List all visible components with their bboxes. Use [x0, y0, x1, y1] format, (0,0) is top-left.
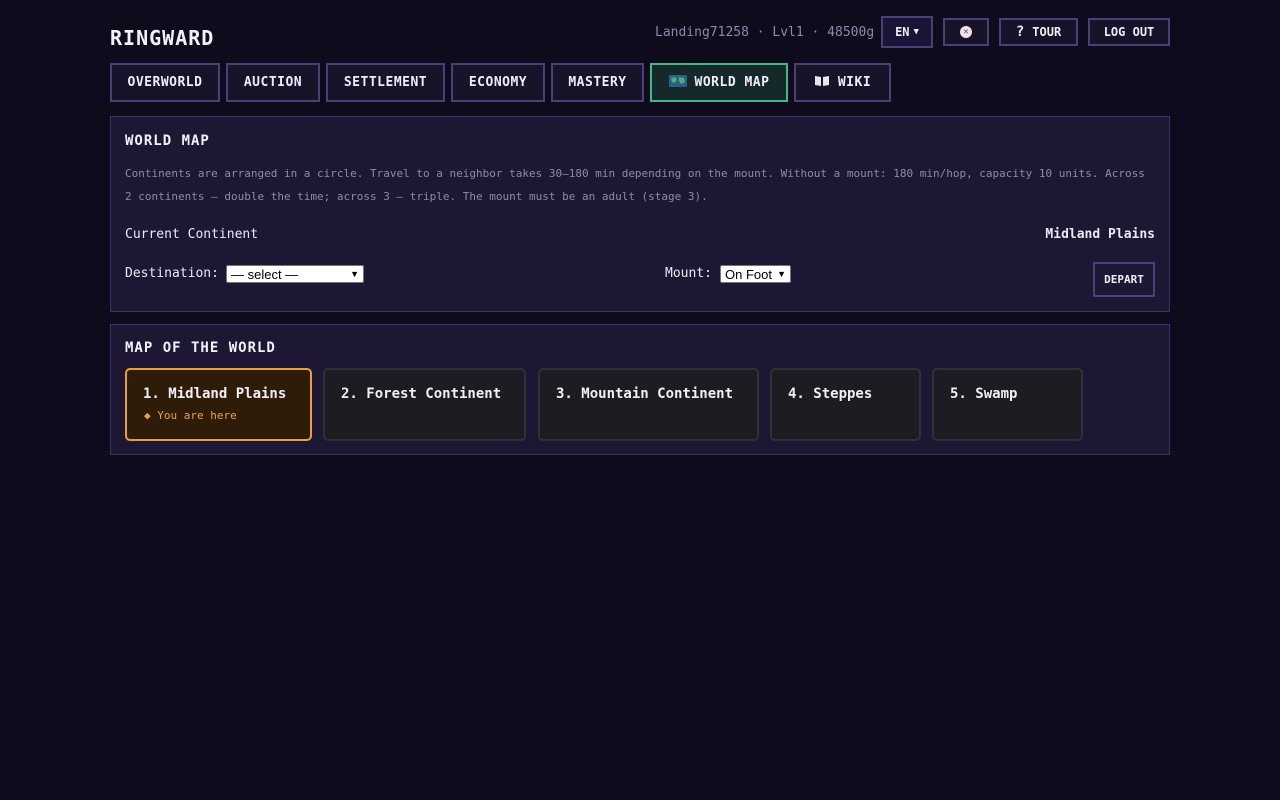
chevron-down-icon: ▼ — [350, 269, 359, 279]
destination-label: Destination: — [125, 266, 219, 281]
world-map-icon — [668, 74, 687, 91]
continent-card-midland-plains[interactable]: 1. Midland Plains ◆ You are here — [125, 368, 312, 441]
tab-label: MASTERY — [568, 75, 627, 90]
user-info: Landing71258 · Lvl1 · 48500g — [655, 25, 875, 40]
tab-label: OVERWORLD — [127, 75, 203, 90]
tab-mastery[interactable]: MASTERY — [551, 63, 644, 102]
logout-label: LOG OUT — [1103, 25, 1155, 39]
tab-label: SETTLEMENT — [343, 75, 428, 90]
continent-card-mountain[interactable]: 3. Mountain Continent — [538, 368, 759, 441]
continent-card-swamp[interactable]: 5. Swamp — [932, 368, 1083, 441]
chevron-down-icon: ▼ — [777, 269, 786, 279]
map-of-world-panel: MAP OF THE WORLD 1. Midland Plains ◆ You… — [110, 324, 1170, 455]
world-map-panel: WORLD MAP Continents are arranged in a c… — [110, 116, 1170, 312]
continent-card-forest[interactable]: 2. Forest Continent — [323, 368, 526, 441]
mount-select[interactable]: On Foot ▼ — [720, 265, 791, 283]
continent-name: 3. Mountain Continent — [556, 386, 734, 402]
mute-button[interactable]: ✕ — [943, 18, 989, 46]
mount-value: On Foot — [725, 266, 772, 282]
tab-world-map[interactable]: WORLD MAP — [650, 63, 788, 102]
tab-label: WORLD MAP — [694, 75, 770, 90]
current-continent-label: Current Continent — [125, 227, 259, 242]
continent-name: 1. Midland Plains — [143, 386, 287, 402]
tab-wiki[interactable]: WIKI — [794, 63, 891, 102]
book-icon — [814, 75, 830, 91]
tour-label: TOUR — [1032, 25, 1062, 39]
continent-name: 4. Steppes — [788, 386, 873, 402]
tab-label: AUCTION — [243, 75, 303, 90]
tab-settlement[interactable]: SETTLEMENT — [326, 63, 445, 102]
panel-title: MAP OF THE WORLD — [125, 340, 276, 356]
brand-title: RINGWARD — [110, 26, 215, 50]
current-continent-value: Midland Plains — [1045, 227, 1155, 242]
continent-card-steppes[interactable]: 4. Steppes — [770, 368, 921, 441]
tab-label: ECONOMY — [468, 75, 528, 90]
panel-title: WORLD MAP — [125, 133, 210, 149]
depart-button[interactable]: DEPART — [1093, 262, 1155, 297]
logout-button[interactable]: LOG OUT — [1088, 18, 1170, 46]
destination-select[interactable]: — select — ▼ — [226, 265, 364, 283]
chevron-down-icon: ▼ — [913, 27, 919, 37]
depart-label: DEPART — [1104, 273, 1144, 286]
language-value: EN — [895, 25, 910, 39]
sound-off-icon: ✕ — [960, 26, 972, 38]
tour-button[interactable]: ? TOUR — [999, 18, 1078, 46]
continent-name: 2. Forest Continent — [341, 386, 502, 402]
mount-label: Mount: — [665, 266, 712, 281]
tab-label: WIKI — [837, 75, 872, 90]
language-select[interactable]: EN ▼ — [881, 16, 933, 48]
travel-description: Continents are arranged in a circle. Tra… — [125, 167, 1145, 203]
you-are-here-marker: ◆ You are here — [144, 409, 237, 422]
help-icon: ? — [1015, 24, 1025, 40]
continent-name: 5. Swamp — [950, 386, 1018, 402]
tab-auction[interactable]: AUCTION — [226, 63, 320, 102]
destination-value: — select — — [231, 266, 299, 282]
tab-overworld[interactable]: OVERWORLD — [110, 63, 220, 102]
tab-economy[interactable]: ECONOMY — [451, 63, 545, 102]
